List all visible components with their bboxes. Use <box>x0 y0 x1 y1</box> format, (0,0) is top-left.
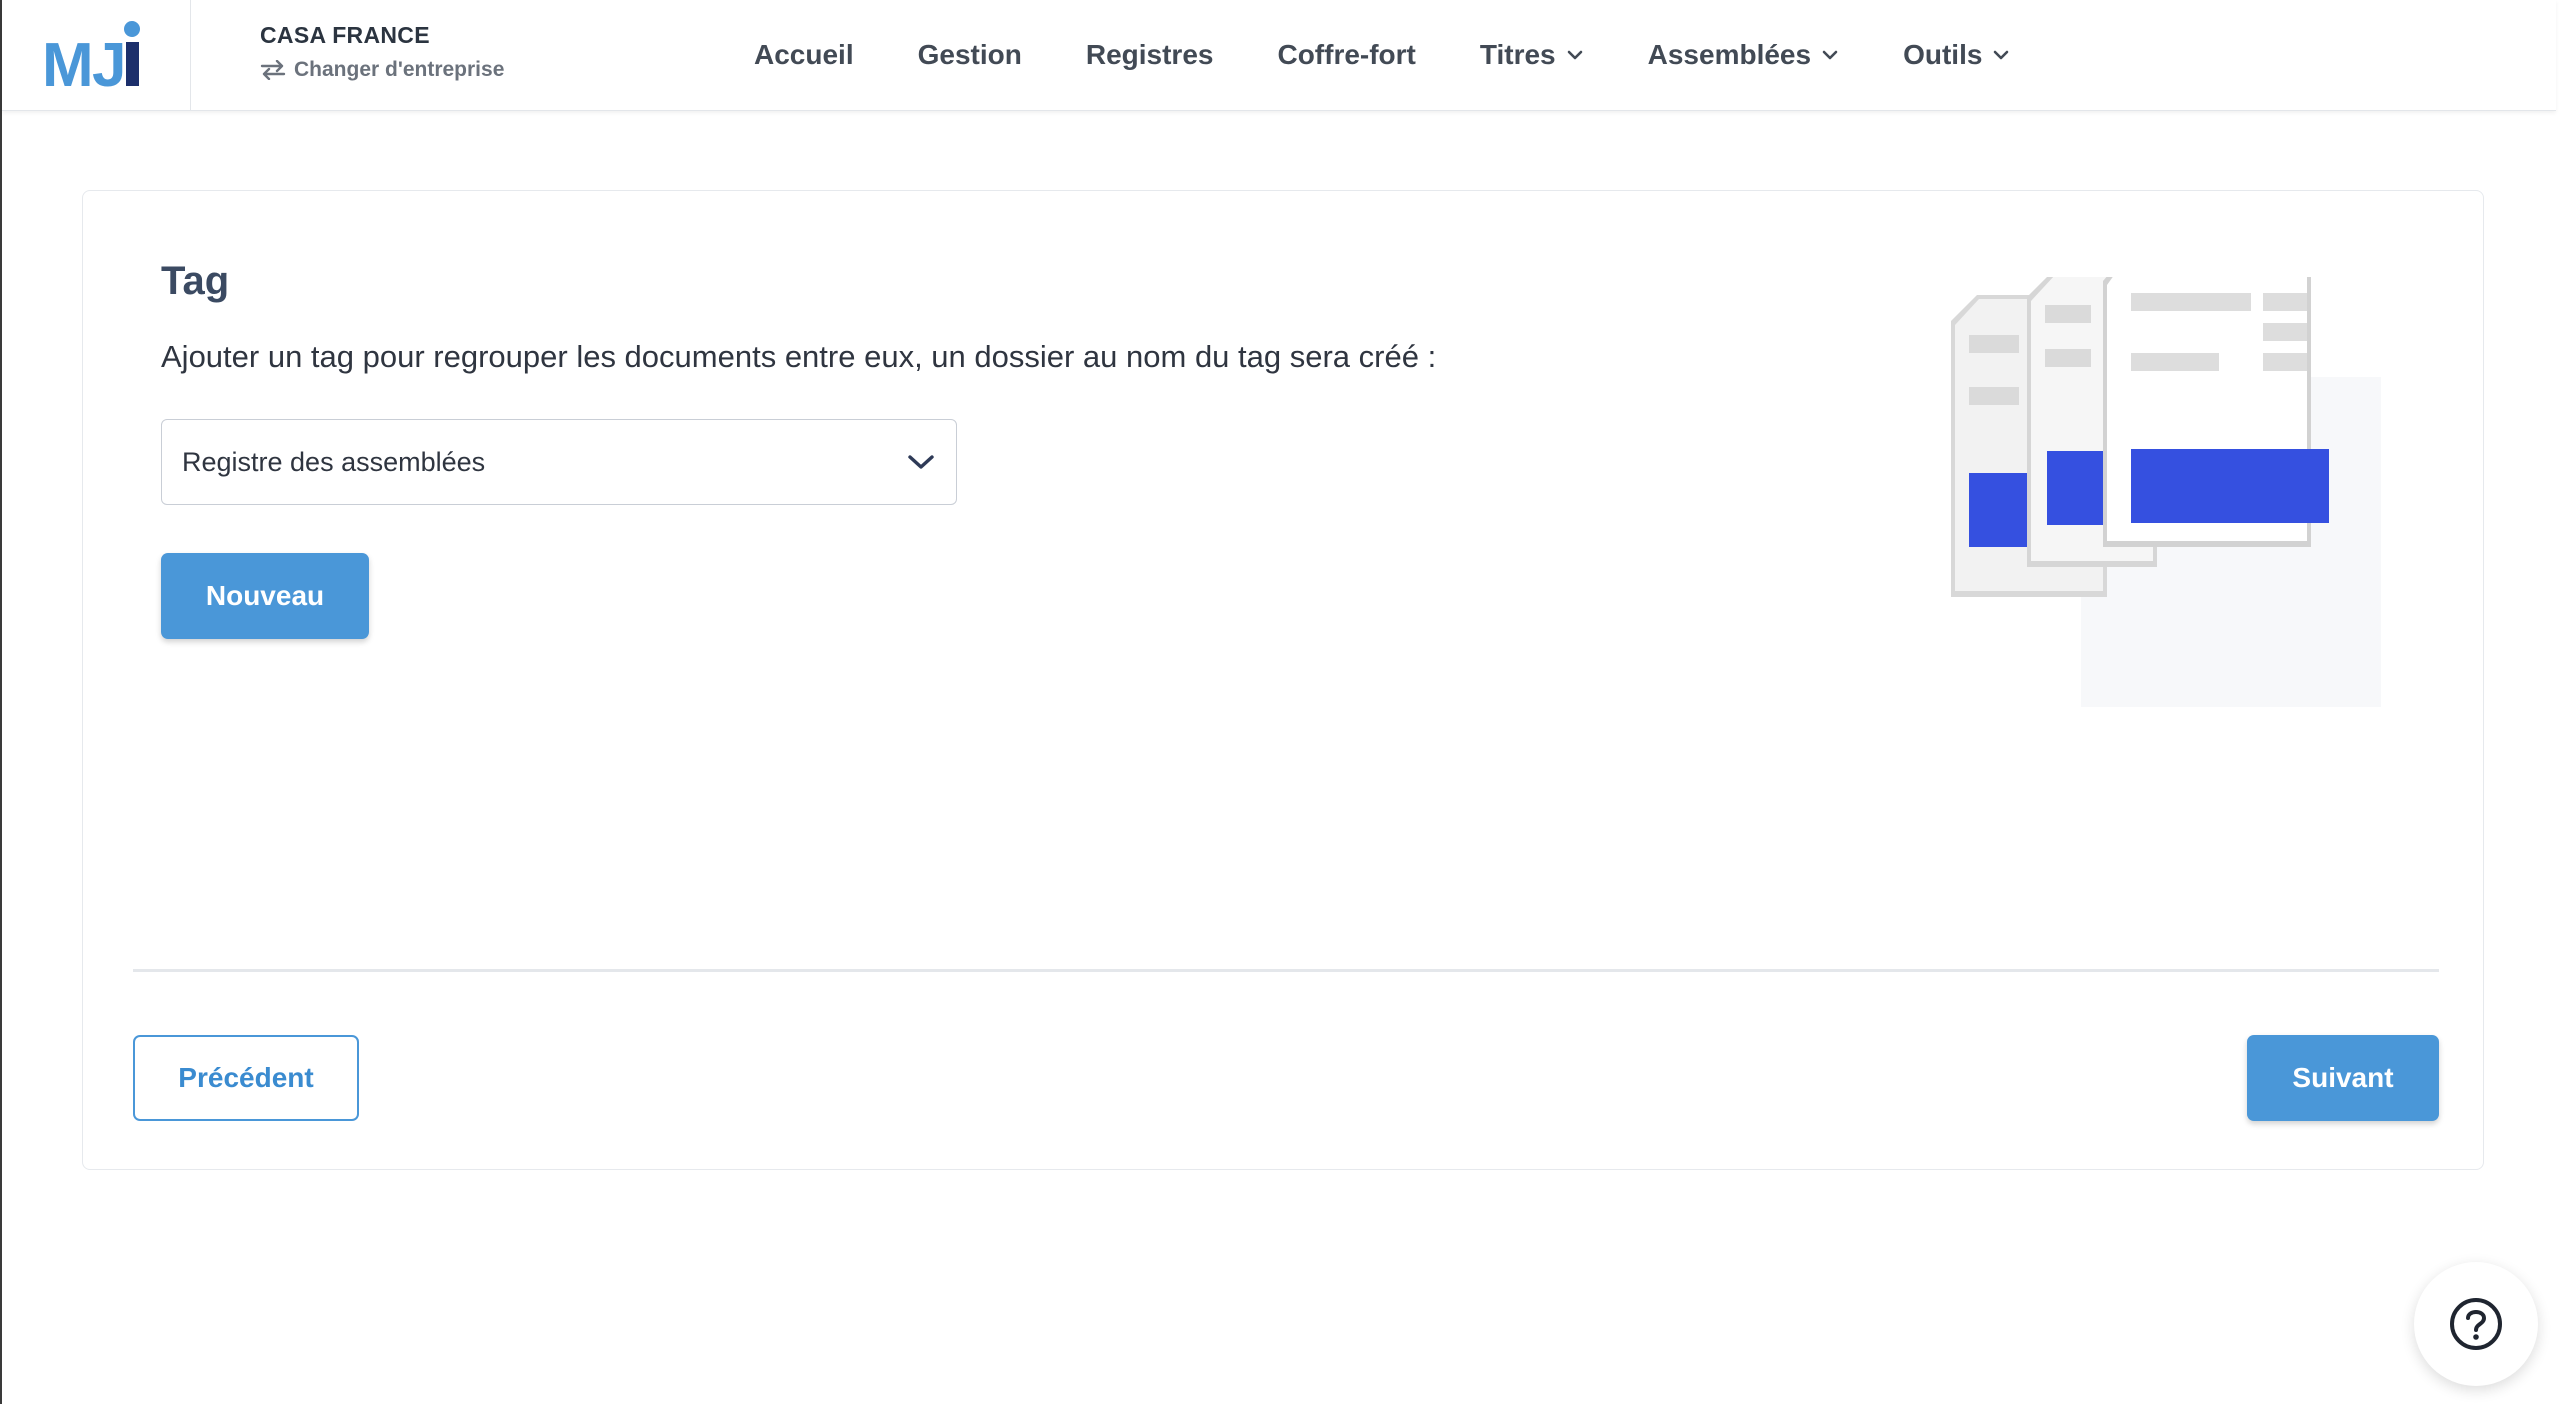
nav-item-gestion[interactable]: Gestion <box>918 39 1022 71</box>
tag-card: Tag Ajouter un tag pour regrouper les do… <box>82 190 2484 1170</box>
switch-company-label: Changer d'entreprise <box>294 58 505 81</box>
next-button[interactable]: Suivant <box>2247 1035 2439 1121</box>
nav-label: Assemblées <box>1647 39 1812 70</box>
swap-arrows-icon <box>260 60 286 80</box>
mji-logo-icon: M J <box>42 21 140 92</box>
top-header: M J CASA FRANCE Changer d'entreprise Acc… <box>2 0 2556 111</box>
documents-illustration <box>1951 277 2381 707</box>
nav-label: Outils <box>1903 39 1983 70</box>
page-title: Tag <box>161 259 230 303</box>
footer-divider <box>133 969 2439 972</box>
tag-select[interactable]: Registre des assemblées <box>161 419 957 505</box>
svg-text:J: J <box>92 31 126 92</box>
chevron-down-icon <box>1567 50 1582 60</box>
chevron-down-icon <box>908 455 934 469</box>
nav-item-titres[interactable]: Titres <box>1480 39 1584 71</box>
switch-company-link[interactable]: Changer d'entreprise <box>260 58 504 82</box>
nav-label: Gestion <box>917 39 1022 70</box>
company-switcher: CASA FRANCE Changer d'entreprise <box>260 22 504 82</box>
main-nav: Accueil Gestion Registres Coffre-fort Ti… <box>754 0 2074 110</box>
svg-text:M: M <box>42 31 94 92</box>
chevron-down-icon <box>1822 50 1838 60</box>
help-button[interactable] <box>2414 1262 2538 1386</box>
tag-description: Ajouter un tag pour regrouper les docume… <box>161 339 1437 374</box>
app-window: M J CASA FRANCE Changer d'entreprise Acc… <box>0 0 2556 1404</box>
logo[interactable]: M J <box>2 0 191 110</box>
question-circle-icon <box>2450 1298 2502 1350</box>
nav-item-registres[interactable]: Registres <box>1086 39 1214 71</box>
nav-label: Titres <box>1479 39 1556 70</box>
tag-select-value: Registre des assemblées <box>182 446 486 477</box>
chevron-down-icon <box>1994 50 2009 60</box>
new-tag-button[interactable]: Nouveau <box>161 553 369 639</box>
nav-item-assemblees[interactable]: Assemblées <box>1648 39 1839 71</box>
nav-item-accueil[interactable]: Accueil <box>754 39 854 71</box>
nav-item-outils[interactable]: Outils <box>1903 39 2010 71</box>
nav-label: Coffre-fort <box>1277 39 1416 70</box>
previous-button[interactable]: Précédent <box>133 1035 359 1121</box>
nav-label: Accueil <box>754 39 854 70</box>
company-name: CASA FRANCE <box>260 22 430 48</box>
nav-item-coffre-fort[interactable]: Coffre-fort <box>1277 39 1415 71</box>
nav-label: Registres <box>1085 39 1214 70</box>
